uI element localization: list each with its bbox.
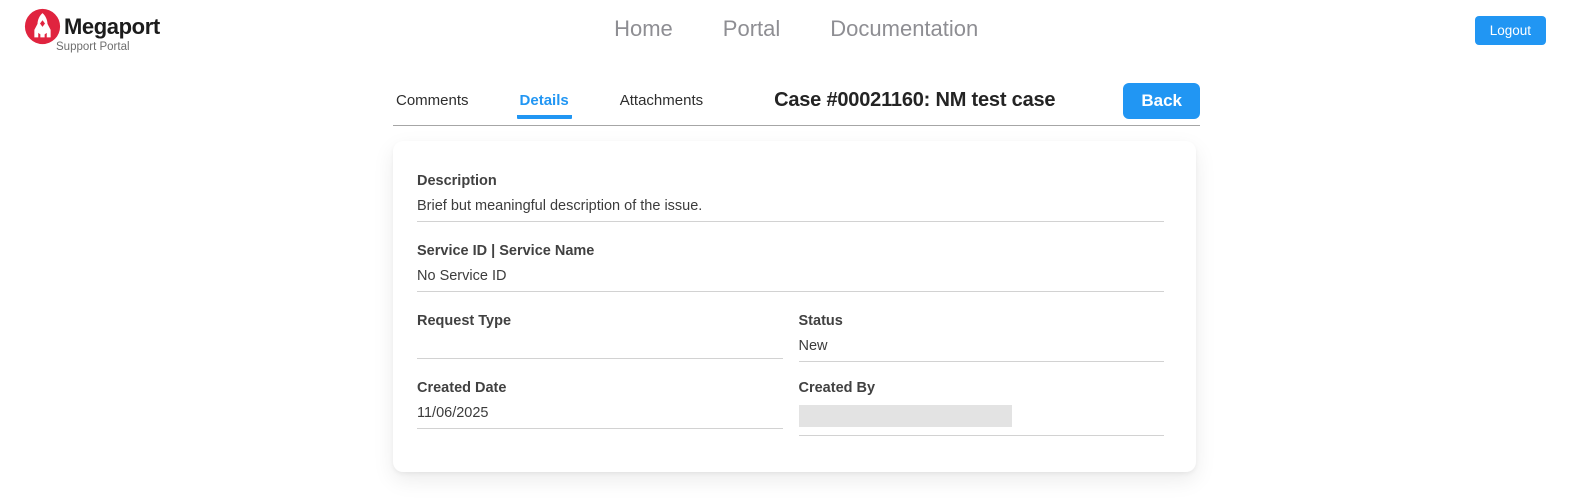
created-date-value: 11/06/2025 xyxy=(417,405,783,429)
created-by-label: Created By xyxy=(799,380,1165,396)
logout-button[interactable]: Logout xyxy=(1475,16,1546,45)
nav-item-portal[interactable]: Portal xyxy=(723,16,780,42)
created-by-value xyxy=(799,405,1165,436)
description-value: Brief but meaningful description of the … xyxy=(417,198,1164,222)
header: Megaport Support Portal Home Portal Docu… xyxy=(0,0,1596,60)
main-nav: Home Portal Documentation xyxy=(614,16,978,42)
tab-comments[interactable]: Comments xyxy=(393,82,472,119)
created-date-label: Created Date xyxy=(417,380,783,396)
status-value: New xyxy=(799,338,1165,362)
case-page: Comments Details Attachments Case #00021… xyxy=(393,82,1200,472)
brand-name: Megaport xyxy=(64,14,160,40)
request-type-label: Request Type xyxy=(417,313,783,329)
back-button[interactable]: Back xyxy=(1123,83,1200,119)
field-service-id: Service ID | Service Name No Service ID xyxy=(417,243,1164,292)
field-row-request-status: Request Type Status New xyxy=(417,313,1164,380)
created-by-redacted-value xyxy=(799,405,1012,427)
field-status: Status New xyxy=(799,313,1165,380)
case-title: Case #00021160: NM test case xyxy=(774,89,1055,112)
field-created-date: Created Date 11/06/2025 xyxy=(417,380,783,436)
service-id-label: Service ID | Service Name xyxy=(417,243,1164,259)
tab-attachments[interactable]: Attachments xyxy=(617,82,706,119)
field-row-created: Created Date 11/06/2025 Created By xyxy=(417,380,1164,436)
case-details-card: Description Brief but meaningful descrip… xyxy=(393,141,1196,472)
service-id-value: No Service ID xyxy=(417,268,1164,292)
nav-item-documentation[interactable]: Documentation xyxy=(830,16,978,42)
field-request-type: Request Type xyxy=(417,313,783,359)
request-type-value xyxy=(417,338,783,359)
description-label: Description xyxy=(417,173,1164,189)
title-wrap: Case #00021160: NM test case xyxy=(751,82,1078,119)
field-created-by: Created By xyxy=(799,380,1165,436)
tab-details[interactable]: Details xyxy=(517,82,572,119)
field-description: Description Brief but meaningful descrip… xyxy=(417,173,1164,222)
brand-subtitle: Support Portal xyxy=(24,41,160,53)
tab-bar: Comments Details Attachments Case #00021… xyxy=(393,82,1200,126)
status-label: Status xyxy=(799,313,1165,329)
brand-logo[interactable]: Megaport Support Portal xyxy=(24,8,160,53)
nav-item-home[interactable]: Home xyxy=(614,16,673,42)
megaport-rocket-icon xyxy=(24,8,61,45)
